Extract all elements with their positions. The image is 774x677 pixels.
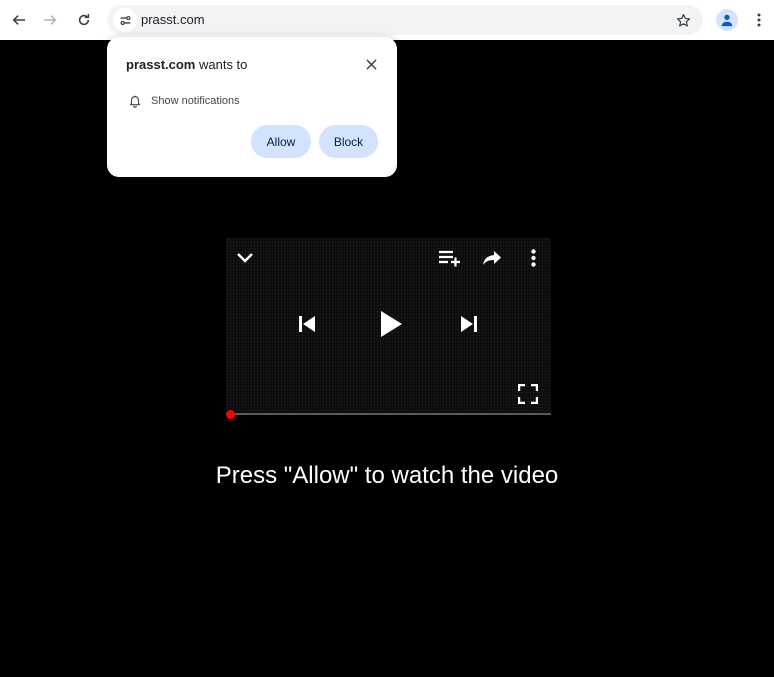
notification-permission-popup: prasst.com wants to Show notifications A… [107,37,397,177]
permission-row: Show notifications [127,93,240,109]
address-bar[interactable]: prasst.com [107,5,703,35]
block-button[interactable]: Block [319,125,378,158]
bookmark-button[interactable] [673,10,693,30]
progress-scrubber[interactable] [226,410,235,419]
tune-icon [120,15,130,25]
reload-icon [78,13,90,26]
popup-close-button[interactable] [361,54,381,74]
allow-button[interactable]: Allow [251,125,311,158]
play-icon[interactable] [376,308,406,340]
popup-wants-to: wants to [195,57,248,72]
more-vert-icon[interactable] [524,246,542,270]
star-icon [676,13,690,27]
person-icon [721,14,733,27]
url-text[interactable]: prasst.com [141,12,205,27]
permission-label: Show notifications [151,95,240,107]
profile-button[interactable] [716,9,738,31]
page-caption: Press "Allow" to watch the video [215,462,559,489]
close-icon [365,58,377,70]
browser-menu-button[interactable] [745,6,773,34]
arrow-left-icon [12,15,26,25]
popup-site: prasst.com [126,57,196,72]
back-button[interactable] [5,6,33,34]
kebab-menu-icon [757,13,761,27]
fullscreen-icon[interactable] [516,382,540,406]
bell-icon [127,93,143,109]
site-info-button[interactable] [113,8,137,32]
browser-toolbar: prasst.com [0,0,774,40]
arrow-right-icon [43,15,57,25]
reload-button[interactable] [70,6,98,34]
share-icon[interactable] [480,246,504,270]
skip-previous-icon[interactable] [296,313,318,335]
forward-button[interactable] [36,6,64,34]
chevron-down-icon[interactable] [234,247,256,269]
skip-next-icon[interactable] [458,313,480,335]
video-player[interactable] [226,238,551,414]
playlist-add-icon[interactable] [436,246,462,270]
popup-title: prasst.com wants to [126,57,247,72]
progress-bar[interactable] [226,413,551,415]
